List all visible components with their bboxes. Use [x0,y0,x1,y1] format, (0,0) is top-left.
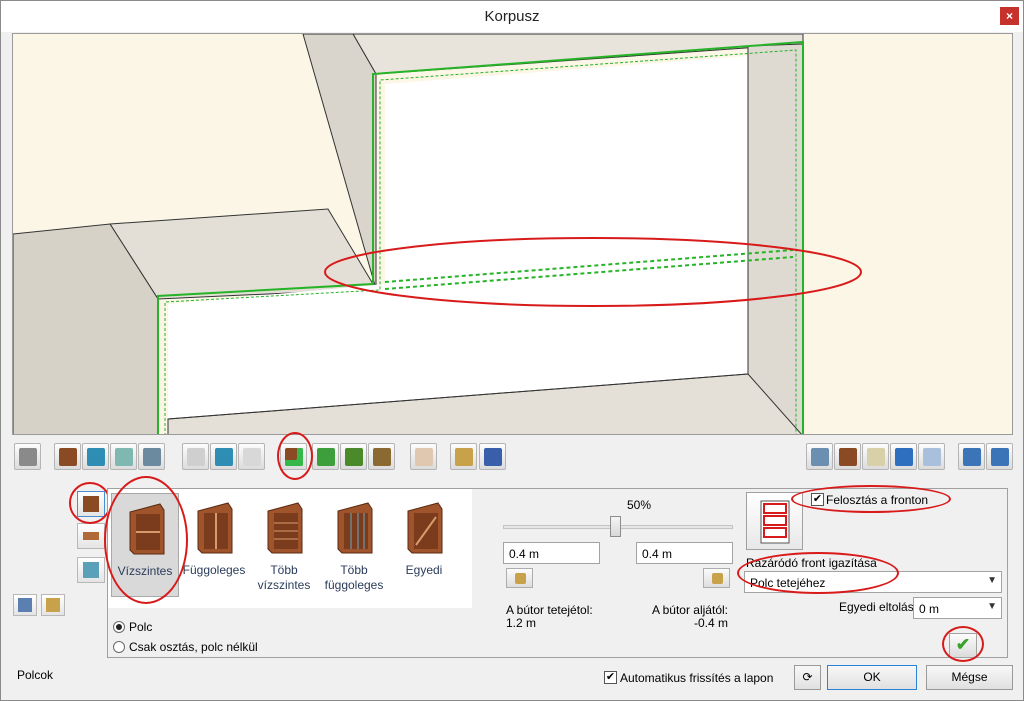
chevron-down-icon: ▼ [987,601,997,612]
refresh-icon[interactable]: ⟳ [794,665,821,690]
auto-refresh-label: Automatikus frissítés a lapon [620,671,774,685]
dialog-window: Korpusz × Vízszintes Függoleges Több víz… [0,0,1024,701]
option-divide-only[interactable]: Csak osztás, polc nélkül [113,639,258,655]
pencil-icon[interactable] [450,443,477,470]
shelf-type-custom[interactable]: Egyedi [390,493,458,597]
auto-refresh-checkbox[interactable]: ✔ [604,671,617,684]
annotation-mark [791,485,951,513]
zoom-in-icon[interactable] [958,443,985,470]
option-shelf[interactable]: Polc [113,619,152,635]
frame-icon[interactable] [182,443,209,470]
undo-icon[interactable] [890,443,917,470]
vertical-add-icon[interactable] [312,443,339,470]
divide-only-radio[interactable] [113,641,125,653]
window-title: Korpusz [484,8,540,25]
tab-corner[interactable] [77,557,105,583]
glass-icon[interactable] [110,443,137,470]
rotate-body-icon[interactable] [834,443,861,470]
position-slider-thumb[interactable] [610,516,621,537]
shelf-type-label: Egyedi [405,563,443,577]
frame-blue-icon[interactable] [210,443,237,470]
annotation-mark [277,432,313,480]
title-bar: Korpusz × [1,1,1023,32]
main-toolbar [12,441,1013,473]
multi-vertical-shelf-icon [337,502,373,554]
from-bottom-value: -0.4 m [693,616,728,630]
shelf-radio[interactable] [113,621,125,633]
from-top-label: A bútor tetejétol: [506,603,593,617]
redo-icon[interactable] [918,443,945,470]
annotation-mark [737,552,899,594]
left-distance-input[interactable]: 0.4 m [503,542,600,564]
chevron-down-icon: ▼ [987,575,997,586]
paste-icon[interactable] [41,594,65,616]
from-bottom-label: A bútor aljától: [651,603,728,617]
shelf-type-multi-horizontal[interactable]: Több vízszintes [250,493,318,597]
move-icon[interactable] [806,443,833,470]
cancel-button[interactable]: Mégse [926,665,1013,690]
offset-label: Egyedi eltolás [839,600,914,614]
offset-select[interactable]: 0 m ▼ [913,597,1002,619]
copy-icon[interactable] [13,594,37,616]
vertical-shelf-icon [197,502,233,554]
shelf-type-label: Több vízszintes [257,563,311,592]
frame-open-icon[interactable] [238,443,265,470]
close-icon[interactable]: × [1000,7,1019,25]
right-distance-input[interactable]: 0.4 m [636,542,733,564]
3d-viewport[interactable] [12,33,1013,435]
annotation-mark [69,482,111,524]
zoom-out-icon[interactable] [986,443,1013,470]
option-shelf-label: Polc [129,620,153,634]
front-icon[interactable] [82,443,109,470]
tab-board[interactable] [77,523,105,549]
save-icon[interactable] [479,443,506,470]
custom-add-icon[interactable] [368,443,395,470]
annotation-mark [104,476,188,604]
multi-horizontal-shelf-icon [267,502,303,554]
ok-button[interactable]: OK [827,665,917,690]
from-top-value: 1.2 m [506,616,537,630]
box-icon[interactable] [862,443,889,470]
split-icon[interactable] [138,443,165,470]
dimension-icon[interactable] [14,443,41,470]
annotation-mark [942,626,984,662]
legs-icon[interactable] [410,443,437,470]
body-icon[interactable] [54,443,81,470]
status-text: Polcok [17,668,54,682]
offset-value: 0 m [919,602,940,616]
option-divide-only-label: Csak osztás, polc nélkül [129,640,258,654]
custom-shelf-icon [407,502,443,554]
shelf-type-multi-vertical[interactable]: Több függoleges [320,493,388,597]
multi-shelf-add-icon[interactable] [340,443,367,470]
slider-percent: 50% [627,498,652,512]
shelf-type-label: Függoleges [182,563,246,577]
shelf-type-label: Több függoleges [324,563,384,592]
lock-right-icon[interactable] [703,568,730,588]
lock-left-icon[interactable] [506,568,533,588]
shelf-type-vertical[interactable]: Függoleges [180,493,248,597]
